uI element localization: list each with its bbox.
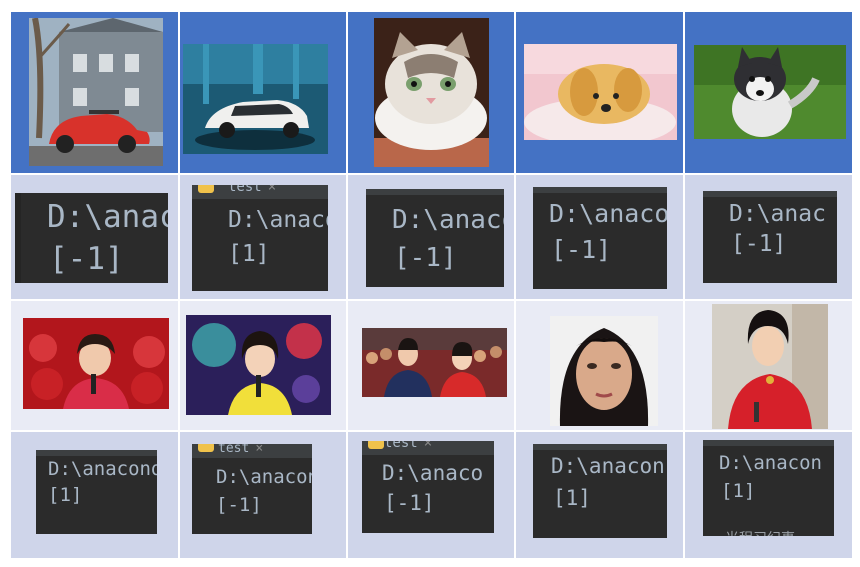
- grid-cell-r3c1: [11, 301, 178, 430]
- terminal-path-line: D:\anaco: [392, 205, 504, 235]
- terminal-snippet: D:\anacon [1] 光程习纪事: [703, 440, 834, 536]
- terminal-snippet: test × D:\anacon [1]: [192, 185, 328, 291]
- grid-cell-r2c3: D:\anaco [-1]: [348, 175, 514, 299]
- grid-cell-r1c5: [685, 12, 852, 173]
- terminal-tab-bar: [366, 189, 504, 195]
- terminal-path-line: D:\anacond: [48, 458, 157, 480]
- terminal-tab-title[interactable]: test ×: [384, 441, 432, 451]
- terminal-path-line: D:\anacon: [551, 454, 665, 478]
- grid-cell-r1c1: [11, 12, 178, 173]
- terminal-snippet: D:\anacon [1]: [533, 444, 667, 538]
- terminal-output-line: [-1]: [731, 231, 787, 257]
- terminal-tab-title[interactable]: test ×: [218, 444, 263, 456]
- python-file-icon: [368, 441, 384, 449]
- terminal-tab-bar: [703, 440, 834, 446]
- grid-cell-r4c1: D:\anacond [1]: [11, 432, 178, 558]
- terminal-path-line: D:\anac: [729, 201, 826, 227]
- grid-cell-r3c3: [348, 301, 514, 430]
- terminal-output-line: [1]: [228, 241, 270, 267]
- terminal-tab-bar: [533, 444, 667, 450]
- red-beetle-car-photo: [29, 18, 163, 166]
- terminal-tab-title[interactable]: test ×: [228, 185, 276, 195]
- grid-cell-r1c2: [180, 12, 346, 173]
- terminal-path-line: D:\anacon: [719, 452, 822, 474]
- grid-cell-r3c4: [516, 301, 683, 430]
- grid-cell-r3c5: [685, 301, 852, 430]
- tab-label: test: [228, 185, 262, 195]
- two-hosts-photo: [362, 328, 507, 397]
- terminal-path-line: D:\anaco: [382, 461, 484, 485]
- terminal-gutter: [15, 193, 21, 283]
- terminal-tab-bar: [36, 450, 157, 456]
- husky-puppy-photo: [694, 45, 846, 139]
- grid-cell-r4c2: test × D:\anacon [-1]: [180, 432, 346, 558]
- presenter-yellow-dress-photo: [186, 315, 331, 415]
- terminal-path-line: D:\anaco: [549, 199, 667, 228]
- terminal-tab-bar: [703, 191, 837, 197]
- grid-cell-r2c1: D:\anac [-1]: [11, 175, 178, 299]
- grid-cell-r2c2: test × D:\anacon [1]: [180, 175, 346, 299]
- tab-label: test: [218, 444, 250, 456]
- grid-cell-r4c3: test × D:\anaco [-1]: [348, 432, 514, 558]
- terminal-snippet: D:\anaco [-1]: [366, 189, 504, 287]
- watermark-text: 光程习纪事: [725, 528, 795, 536]
- presenter-red-stage-photo: [23, 318, 169, 409]
- woman-red-dress-photo: [712, 304, 828, 429]
- terminal-snippet: D:\anacond [1]: [36, 450, 157, 534]
- terminal-output-line: [-1]: [551, 235, 612, 264]
- close-icon[interactable]: ×: [255, 444, 263, 456]
- terminal-output-line: [-1]: [384, 491, 435, 515]
- grid-cell-r3c2: [180, 301, 346, 430]
- white-electric-car-photo: [183, 44, 328, 154]
- python-file-icon: [198, 185, 214, 193]
- python-file-icon: [198, 444, 214, 452]
- terminal-output-line: [-1]: [216, 494, 262, 516]
- puppy-photo: [524, 44, 677, 140]
- grid-cell-r1c3: [348, 12, 514, 173]
- close-icon[interactable]: ×: [424, 441, 432, 451]
- terminal-output-line: [1]: [721, 480, 756, 502]
- terminal-output-line: [1]: [48, 484, 83, 506]
- grid-cell-r1c4: [516, 12, 683, 173]
- terminal-snippet: test × D:\anacon [-1]: [192, 444, 312, 534]
- kitten-photo: [374, 18, 489, 167]
- terminal-path-line: D:\anac: [47, 199, 168, 235]
- terminal-path-line: D:\anacon: [216, 466, 312, 488]
- terminal-snippet: D:\anac [-1]: [703, 191, 837, 283]
- tab-label: test: [384, 441, 418, 451]
- terminal-tab-bar: [533, 187, 667, 193]
- terminal-output-line: [-1]: [394, 243, 457, 273]
- terminal-output-line: [-1]: [49, 241, 124, 277]
- woman-portrait-photo: [550, 316, 658, 426]
- terminal-path-line: D:\anacon: [228, 207, 328, 233]
- terminal-snippet: D:\anac [-1]: [15, 193, 168, 283]
- grid-cell-r4c5: D:\anacon [1] 光程习纪事: [685, 432, 852, 558]
- grid-cell-r4c4: D:\anacon [1]: [516, 432, 683, 558]
- terminal-output-line: [1]: [553, 486, 591, 510]
- terminal-snippet: D:\anaco [-1]: [533, 187, 667, 289]
- close-icon[interactable]: ×: [268, 185, 276, 195]
- terminal-snippet: test × D:\anaco [-1]: [362, 441, 494, 533]
- grid-cell-r2c4: D:\anaco [-1]: [516, 175, 683, 299]
- grid-cell-r2c5: D:\anac [-1]: [685, 175, 852, 299]
